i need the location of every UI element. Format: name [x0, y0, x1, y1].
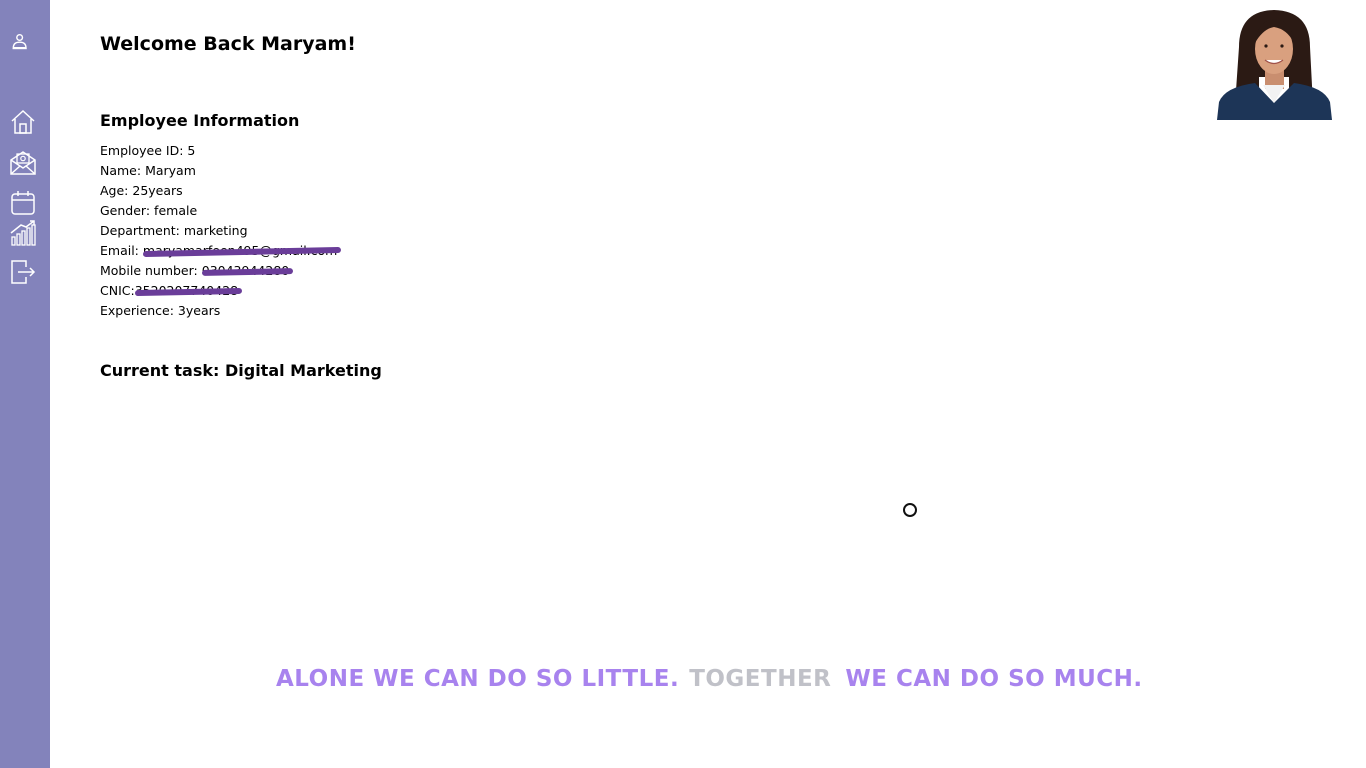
- age-row: Age: 25years: [100, 183, 337, 203]
- employee-info-list: Employee ID: 5 Name: Maryam Age: 25years…: [100, 143, 342, 323]
- field-value: female: [154, 203, 198, 218]
- mobile-row: Mobile number: 03043944280: [100, 263, 337, 283]
- mail-icon[interactable]: [9, 148, 37, 176]
- redacted-value: 03043944280: [201, 263, 294, 279]
- gender-row: Gender: female: [100, 203, 337, 223]
- field-label: Name:: [100, 163, 142, 178]
- task-label: Current task:: [100, 361, 220, 380]
- task-value: Digital Marketing: [224, 361, 382, 380]
- field-label: Mobile number:: [100, 263, 198, 278]
- quote-part-2: TOGETHER: [689, 666, 832, 692]
- field-label: Experience:: [100, 303, 174, 318]
- profile-avatar[interactable]: [1217, 7, 1332, 120]
- name-row: Name: Maryam: [100, 163, 337, 183]
- field-value: Maryam: [145, 163, 196, 178]
- field-value: 3years: [177, 303, 221, 318]
- logout-icon[interactable]: [9, 258, 37, 286]
- experience-row: Experience: 3years: [100, 303, 337, 323]
- field-value: 25years: [132, 183, 183, 198]
- calendar-icon[interactable]: [9, 189, 37, 217]
- motivational-quote: ALONE WE CAN DO SO LITTLE. TOGETHER WE CAN…: [276, 666, 1146, 698]
- field-label: Gender:: [100, 203, 151, 218]
- user-icon[interactable]: [11, 32, 39, 60]
- field-label: CNIC:: [100, 283, 135, 298]
- field-value: 5: [187, 143, 196, 158]
- mouse-cursor: [903, 503, 917, 517]
- field-label: Email:: [100, 243, 139, 258]
- cnic-row: CNIC:3520207740428: [100, 283, 337, 303]
- quote-part-1: ALONE WE CAN DO SO LITTLE.: [276, 666, 680, 692]
- field-label: Age:: [100, 183, 129, 198]
- redacted-value: 3520207740428: [134, 283, 243, 299]
- department-row: Department: marketing: [100, 223, 337, 243]
- field-label: Employee ID:: [100, 143, 184, 158]
- field-label: Department:: [100, 223, 180, 238]
- employee-info-title: Employee Information: [100, 111, 300, 130]
- field-value: marketing: [183, 223, 248, 238]
- quote-part-3: WE CAN DO SO MUCH.: [845, 666, 1143, 692]
- redacted-value: maryamarfeen495@gmail.com: [142, 243, 342, 259]
- welcome-heading: Welcome Back Maryam!: [100, 33, 356, 55]
- email-row: Email: maryamarfeen495@gmail.com: [100, 243, 342, 263]
- analytics-icon[interactable]: [9, 219, 37, 247]
- current-task: Current task: Digital Marketing: [100, 361, 382, 380]
- sidebar: [0, 0, 50, 768]
- employee-id-row: Employee ID: 5: [100, 143, 337, 163]
- home-icon[interactable]: [9, 108, 37, 136]
